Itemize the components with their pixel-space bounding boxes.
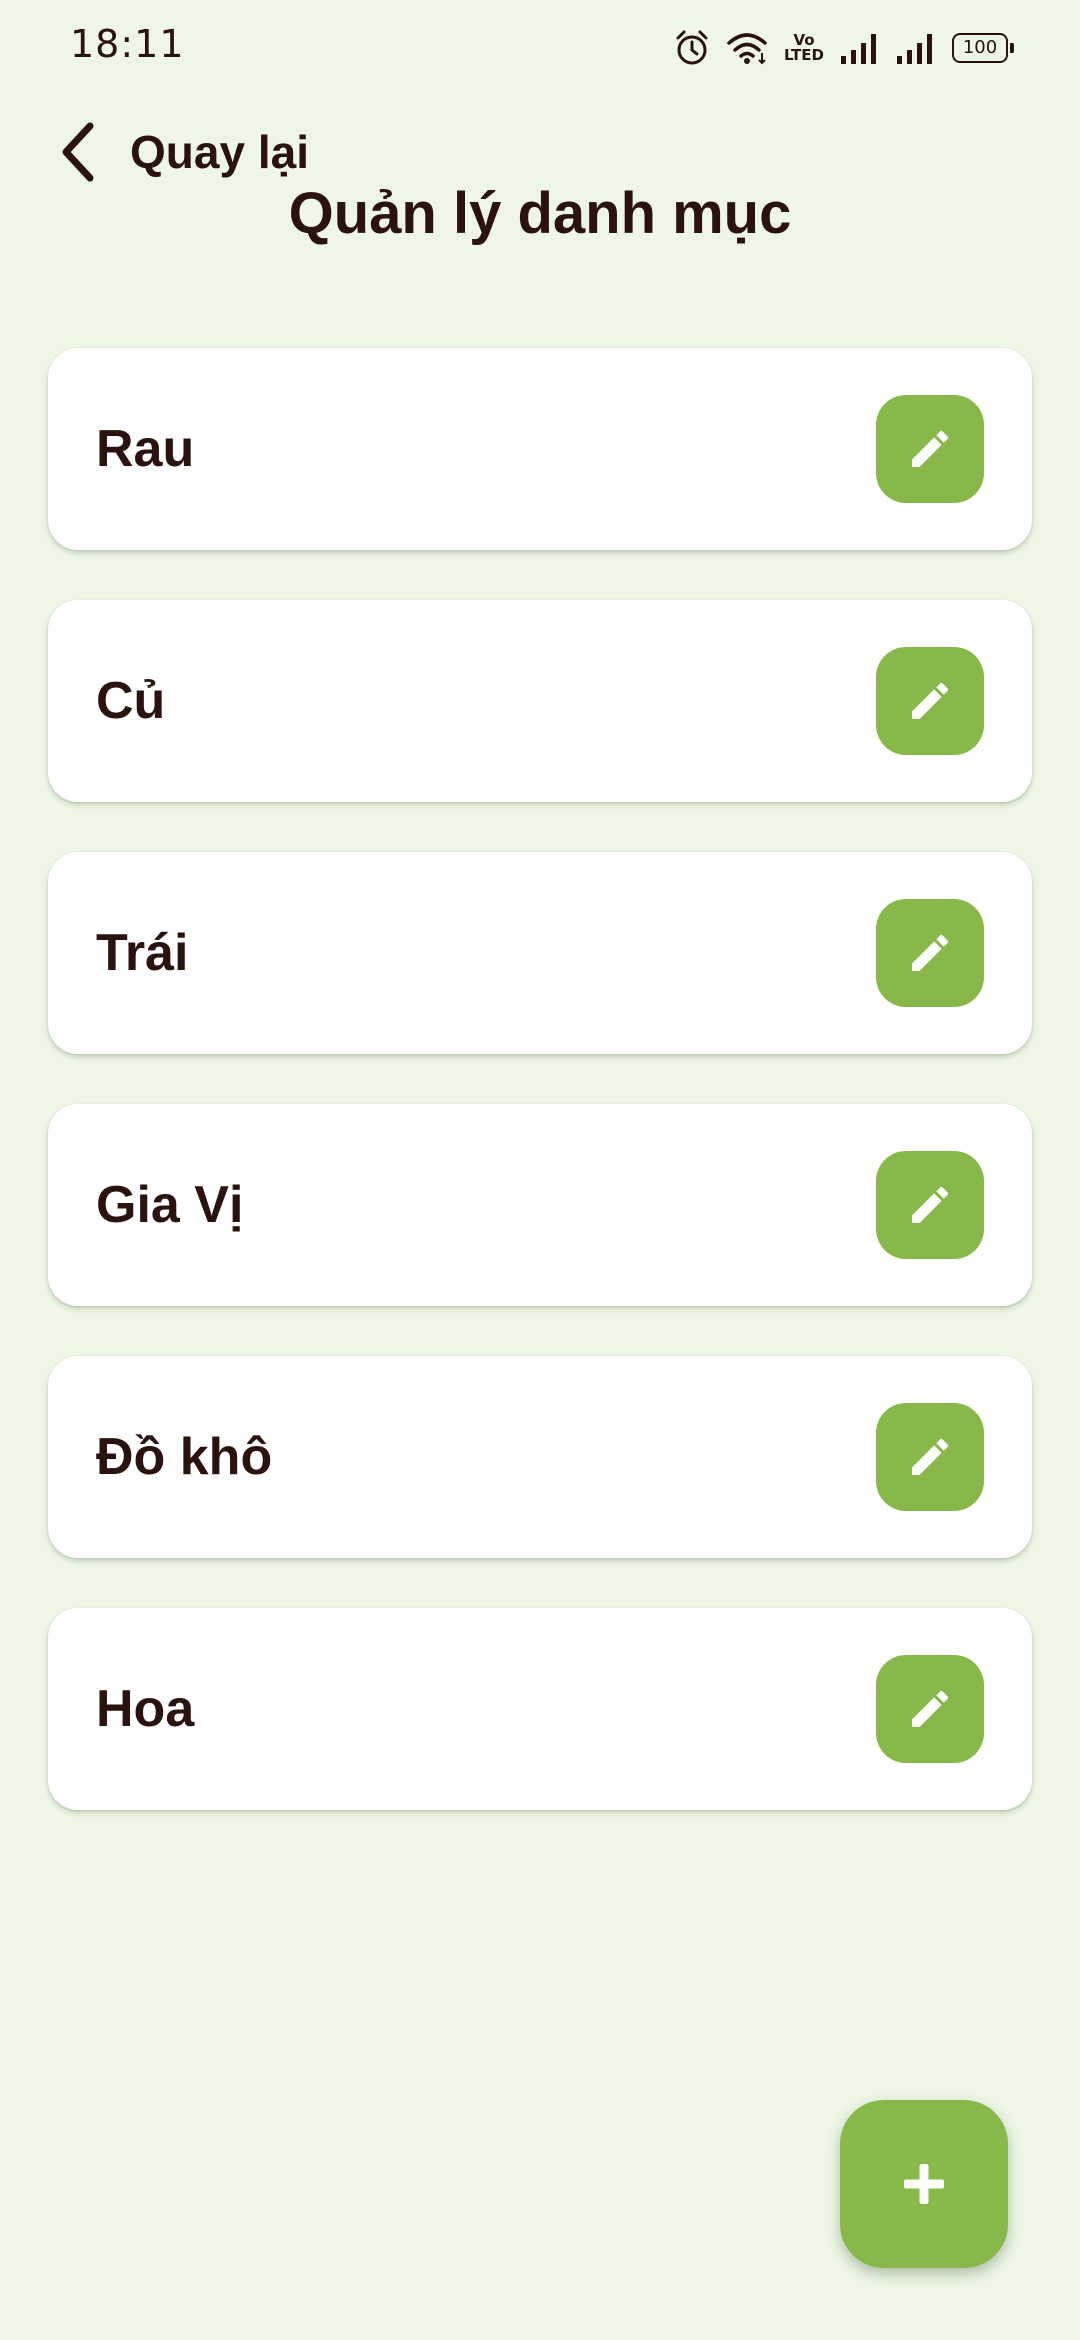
category-list: Rau Củ Trái Gia Vị Đồ khô Hoa [48, 348, 1032, 1860]
status-bar: 18:11 Vo LTED 100 [0, 0, 1080, 100]
plus-icon [904, 2164, 944, 2204]
page-title: Quản lý danh mục [288, 181, 792, 246]
pencil-icon [912, 1438, 949, 1475]
volte-icon: Vo LTED [784, 33, 824, 63]
category-name: Trái [96, 924, 189, 982]
category-item[interactable]: Rau [48, 348, 1032, 550]
add-category-button[interactable] [840, 2100, 1008, 2268]
signal-icon [896, 32, 936, 64]
category-item[interactable]: Gia Vị [48, 1104, 1032, 1306]
edit-button[interactable] [876, 1403, 984, 1511]
volte-bottom-label: LTED [783, 46, 824, 64]
category-name: Gia Vị [96, 1176, 244, 1234]
category-name: Hoa [96, 1680, 195, 1738]
edit-button[interactable] [876, 395, 984, 503]
category-item[interactable]: Đồ khô [48, 1356, 1032, 1558]
category-name: Đồ khô [96, 1428, 273, 1486]
alarm-icon [674, 29, 710, 67]
pencil-icon [912, 1186, 949, 1223]
chevron-left-icon [56, 120, 100, 184]
battery-icon: 100 [952, 33, 1014, 63]
pencil-icon [912, 682, 949, 719]
pencil-icon [912, 934, 949, 971]
edit-button[interactable] [876, 1151, 984, 1259]
wifi-icon [726, 31, 768, 65]
category-item[interactable]: Củ [48, 600, 1032, 802]
category-item[interactable]: Trái [48, 852, 1032, 1054]
signal-icon [840, 32, 880, 64]
category-name: Rau [96, 420, 195, 478]
battery-level: 100 [952, 33, 1008, 63]
status-time: 18:11 [70, 22, 185, 66]
category-name: Củ [96, 672, 166, 730]
category-item[interactable]: Hoa [48, 1608, 1032, 1810]
pencil-icon [912, 430, 949, 467]
edit-button[interactable] [876, 1655, 984, 1763]
edit-button[interactable] [876, 647, 984, 755]
pencil-icon [912, 1690, 949, 1727]
status-icons: Vo LTED 100 [674, 26, 1014, 70]
back-label: Quay lại [130, 126, 309, 178]
edit-button[interactable] [876, 899, 984, 1007]
